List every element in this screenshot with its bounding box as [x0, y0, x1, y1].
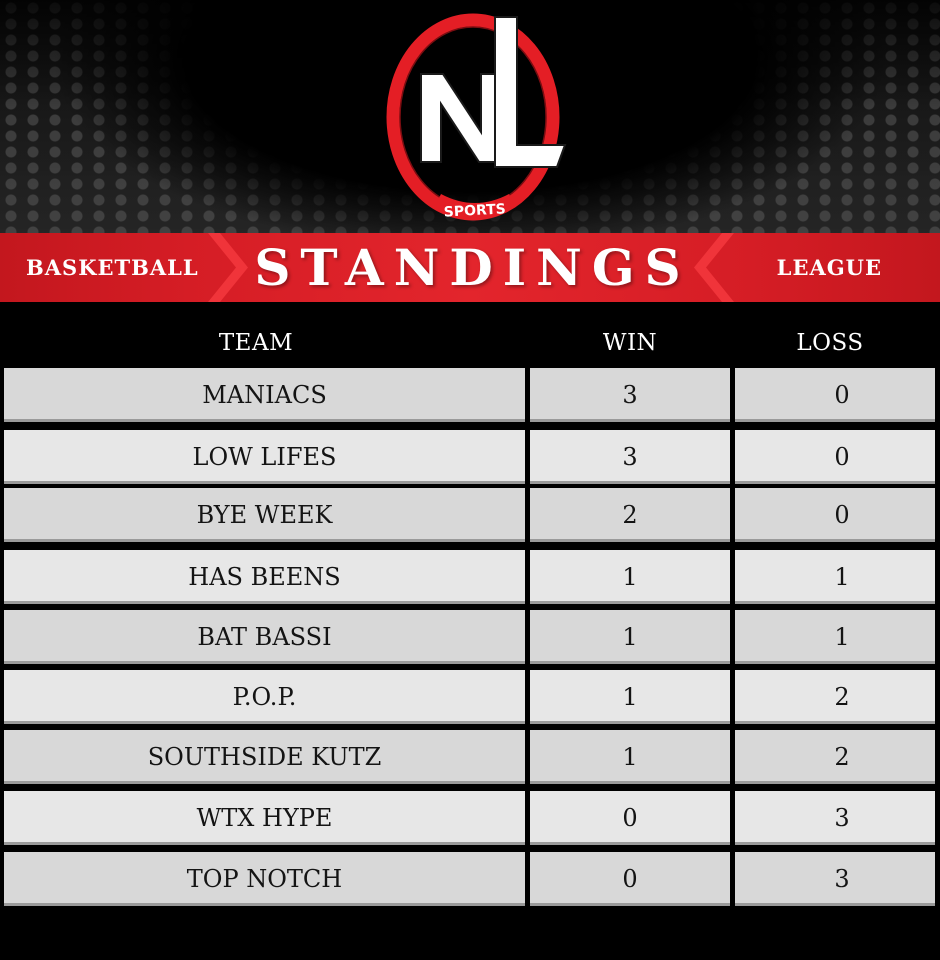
table-row: HAS BEENS 1 1	[0, 550, 940, 604]
sport-label: BASKETBALL	[26, 255, 199, 280]
loss-count: 1	[735, 550, 935, 604]
team-name: HAS BEENS	[4, 550, 525, 604]
team-name: TOP NOTCH	[4, 852, 525, 906]
table-row: TOP NOTCH 0 3	[0, 852, 940, 906]
team-name: MANIACS	[4, 368, 525, 422]
chevron-left-decoration	[208, 233, 248, 302]
league-label: LEAGUE	[776, 255, 882, 280]
win-count: 3	[530, 430, 730, 484]
win-count: 2	[530, 488, 730, 542]
chevron-right-decoration	[694, 233, 734, 302]
table-row: SOUTHSIDE KUTZ 1 2	[0, 730, 940, 784]
team-name: SOUTHSIDE KUTZ	[4, 730, 525, 784]
page-title: STANDINGS	[254, 238, 691, 297]
win-count: 1	[530, 550, 730, 604]
win-count: 0	[530, 791, 730, 845]
team-name: BYE WEEK	[4, 488, 525, 542]
win-count: 1	[530, 610, 730, 664]
win-count: 3	[530, 368, 730, 422]
header-team: TEAM	[218, 330, 294, 356]
win-count: 1	[530, 670, 730, 724]
team-name: P.O.P.	[4, 670, 525, 724]
table-row: P.O.P. 1 2	[0, 670, 940, 724]
loss-count: 0	[735, 488, 935, 542]
header-win: WIN	[602, 330, 658, 356]
table-row: LOW LIFES 3 0	[0, 430, 940, 484]
team-name: LOW LIFES	[4, 430, 525, 484]
nl-sports-logo: SPORTS	[386, 13, 567, 221]
table-row: MANIACS 3 0	[0, 368, 940, 422]
win-count: 0	[530, 852, 730, 906]
win-count: 1	[530, 730, 730, 784]
team-name: BAT BASSI	[4, 610, 525, 664]
title-banner: BASKETBALL STANDINGS LEAGUE	[0, 233, 940, 302]
loss-count: 3	[735, 852, 935, 906]
loss-count: 1	[735, 610, 935, 664]
logo-subtext: SPORTS	[443, 201, 506, 220]
loss-count: 3	[735, 791, 935, 845]
table-row: WTX HYPE 0 3	[0, 791, 940, 845]
loss-count: 2	[735, 730, 935, 784]
header-loss: LOSS	[796, 330, 864, 356]
loss-count: 0	[735, 430, 935, 484]
loss-count: 2	[735, 670, 935, 724]
table-row: BYE WEEK 2 0	[0, 488, 940, 542]
team-name: WTX HYPE	[4, 791, 525, 845]
table-row: BAT BASSI 1 1	[0, 610, 940, 664]
loss-count: 0	[735, 368, 935, 422]
